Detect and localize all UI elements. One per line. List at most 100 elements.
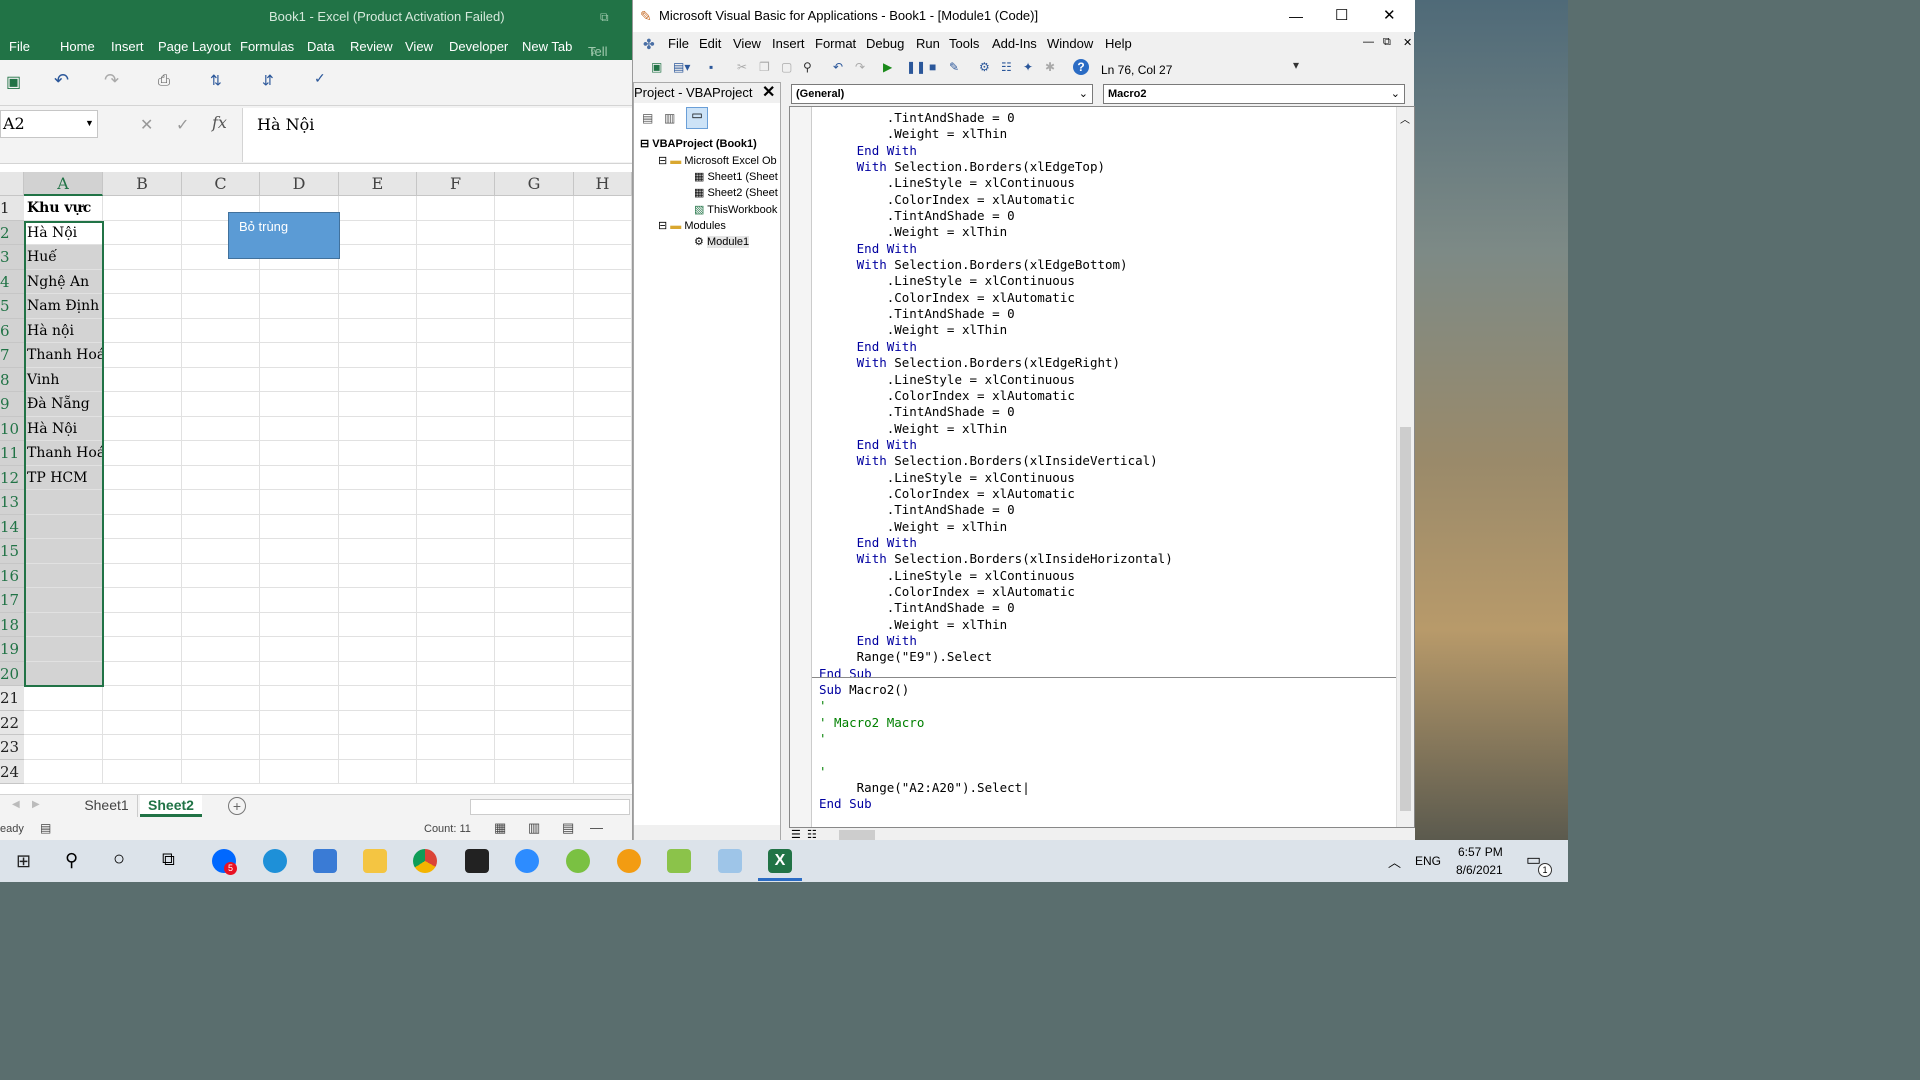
toggle-folders-icon[interactable]: ▭: [686, 107, 708, 129]
cell[interactable]: [417, 343, 495, 368]
cell[interactable]: [495, 710, 574, 735]
cell-a[interactable]: Nam Định: [24, 294, 103, 319]
redo-icon[interactable]: ↷: [855, 60, 865, 74]
cell[interactable]: [495, 514, 574, 539]
reset-icon[interactable]: ■: [929, 60, 936, 74]
row-header[interactable]: 8: [0, 367, 24, 392]
properties-icon[interactable]: ☷: [1001, 60, 1012, 74]
cell[interactable]: [574, 661, 632, 686]
cell[interactable]: [574, 735, 632, 760]
cell[interactable]: [417, 759, 495, 784]
cell[interactable]: [182, 441, 260, 466]
cell[interactable]: [339, 735, 417, 760]
cell[interactable]: [182, 735, 260, 760]
cell[interactable]: [574, 759, 632, 784]
tab-data[interactable]: Data: [307, 39, 334, 54]
menu-help[interactable]: Help: [1105, 36, 1132, 51]
cell-a[interactable]: [24, 588, 103, 613]
edge-icon[interactable]: [263, 849, 287, 873]
cell[interactable]: [103, 220, 182, 245]
cell[interactable]: [260, 343, 339, 368]
cell[interactable]: [417, 220, 495, 245]
app-green-icon[interactable]: [566, 849, 590, 873]
cell[interactable]: [339, 686, 417, 711]
column-header-e[interactable]: E: [339, 172, 417, 196]
cell[interactable]: [182, 343, 260, 368]
paste-icon[interactable]: ▢: [781, 60, 792, 74]
bo-trung-button[interactable]: Bỏ trùng: [228, 212, 340, 259]
cell[interactable]: [417, 392, 495, 417]
doc-restore-icon[interactable]: ⧉: [1383, 36, 1391, 49]
code-text[interactable]: .TintAndShade = 0 .Weight = xlThin End W…: [819, 110, 1173, 813]
cell[interactable]: [417, 539, 495, 564]
insert-module-icon[interactable]: ▤▾: [673, 60, 690, 74]
cell[interactable]: [182, 539, 260, 564]
cell-a[interactable]: [24, 563, 103, 588]
tab-formulas[interactable]: Formulas: [240, 39, 294, 54]
cell-a[interactable]: [24, 686, 103, 711]
cell[interactable]: [574, 318, 632, 343]
tab-sheet2[interactable]: Sheet2: [140, 795, 202, 817]
row-header[interactable]: 7: [0, 343, 24, 368]
cell[interactable]: [103, 343, 182, 368]
row-header[interactable]: 22: [0, 710, 24, 735]
break-icon[interactable]: ❚❚: [906, 60, 926, 74]
cell-a[interactable]: Đà Nẵng: [24, 392, 103, 417]
coccoc-icon[interactable]: [617, 849, 641, 873]
cell[interactable]: [574, 416, 632, 441]
cell[interactable]: [339, 490, 417, 515]
page-break-icon[interactable]: ▤: [562, 820, 574, 836]
normal-view-icon[interactable]: ▦: [494, 820, 506, 836]
object-browser-icon[interactable]: ✦: [1023, 60, 1033, 74]
cell-a[interactable]: Thanh Hoá: [24, 343, 103, 368]
cell[interactable]: [260, 367, 339, 392]
column-header-b[interactable]: B: [103, 172, 182, 196]
cell[interactable]: [103, 539, 182, 564]
cell[interactable]: [260, 465, 339, 490]
row-header[interactable]: 20: [0, 661, 24, 686]
zoom-icon[interactable]: [515, 849, 539, 873]
cell[interactable]: [260, 318, 339, 343]
cell[interactable]: [103, 465, 182, 490]
column-header-h[interactable]: H: [574, 172, 632, 196]
cell[interactable]: [417, 269, 495, 294]
row-header[interactable]: 19: [0, 637, 24, 662]
file-explorer-icon[interactable]: [363, 849, 387, 873]
row-header[interactable]: 10: [0, 416, 24, 441]
cell[interactable]: [260, 392, 339, 417]
name-box-dropdown-icon[interactable]: ▼: [85, 118, 94, 128]
cell[interactable]: [574, 245, 632, 270]
cell[interactable]: [182, 269, 260, 294]
cell[interactable]: [339, 392, 417, 417]
cell[interactable]: [260, 588, 339, 613]
cell[interactable]: [574, 563, 632, 588]
cell[interactable]: [417, 245, 495, 270]
cell[interactable]: [260, 539, 339, 564]
cell[interactable]: [417, 196, 495, 221]
tab-review[interactable]: Review: [350, 39, 393, 54]
row-header[interactable]: 9: [0, 392, 24, 417]
cell[interactable]: [574, 612, 632, 637]
undo-icon[interactable]: ↶: [833, 60, 843, 74]
cell[interactable]: [495, 490, 574, 515]
add-sheet-icon[interactable]: +: [228, 797, 246, 815]
cell[interactable]: [574, 465, 632, 490]
tree-vbaproject[interactable]: ⊟ VBAProject (Book1): [640, 137, 757, 150]
cell-a[interactable]: [24, 514, 103, 539]
next-sheet-icon[interactable]: ▶: [32, 799, 40, 810]
doc-close-icon[interactable]: ✕: [1403, 36, 1412, 49]
tab-sheet1[interactable]: Sheet1: [76, 795, 138, 817]
row-header[interactable]: 23: [0, 735, 24, 760]
cell[interactable]: [260, 612, 339, 637]
redo-icon[interactable]: ↷: [104, 70, 119, 91]
code-vscrollbar[interactable]: ︿: [1396, 107, 1414, 827]
row-header[interactable]: 12: [0, 465, 24, 490]
cell-a[interactable]: Khu vực: [24, 196, 103, 221]
cell[interactable]: [339, 710, 417, 735]
cell[interactable]: [260, 441, 339, 466]
cell[interactable]: [182, 563, 260, 588]
cell[interactable]: [103, 514, 182, 539]
cell[interactable]: [103, 490, 182, 515]
cell[interactable]: [495, 294, 574, 319]
cell[interactable]: [417, 416, 495, 441]
